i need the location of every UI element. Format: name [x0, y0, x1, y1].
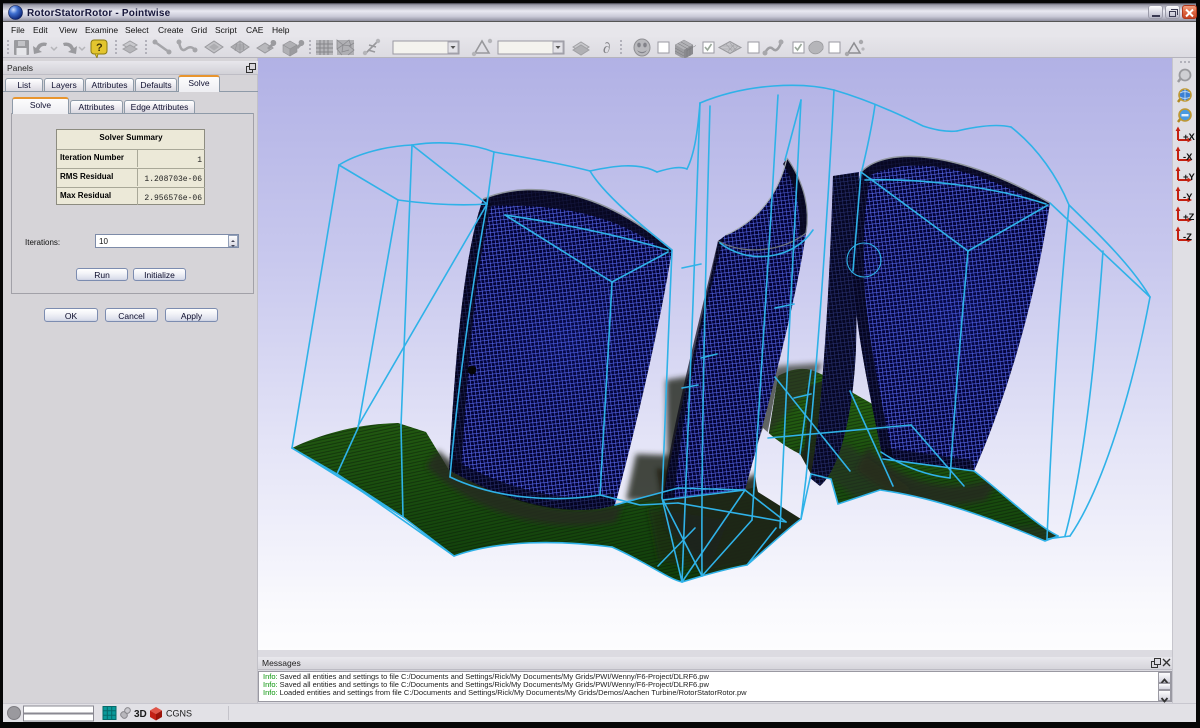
svg-text:-Z: -Z — [1183, 232, 1192, 243]
svg-text:∂: ∂ — [603, 41, 610, 57]
svg-text:CGNS: CGNS — [166, 709, 192, 719]
svg-text:-Y: -Y — [1183, 192, 1193, 203]
svg-text:+Z: +Z — [1183, 212, 1195, 223]
svg-text:-X: -X — [1183, 152, 1193, 163]
svg-text:?: ? — [96, 42, 103, 54]
svg-text:+X: +X — [1183, 132, 1196, 143]
svg-text:+Y: +Y — [1183, 172, 1196, 183]
svg-text:3D: 3D — [134, 709, 147, 720]
